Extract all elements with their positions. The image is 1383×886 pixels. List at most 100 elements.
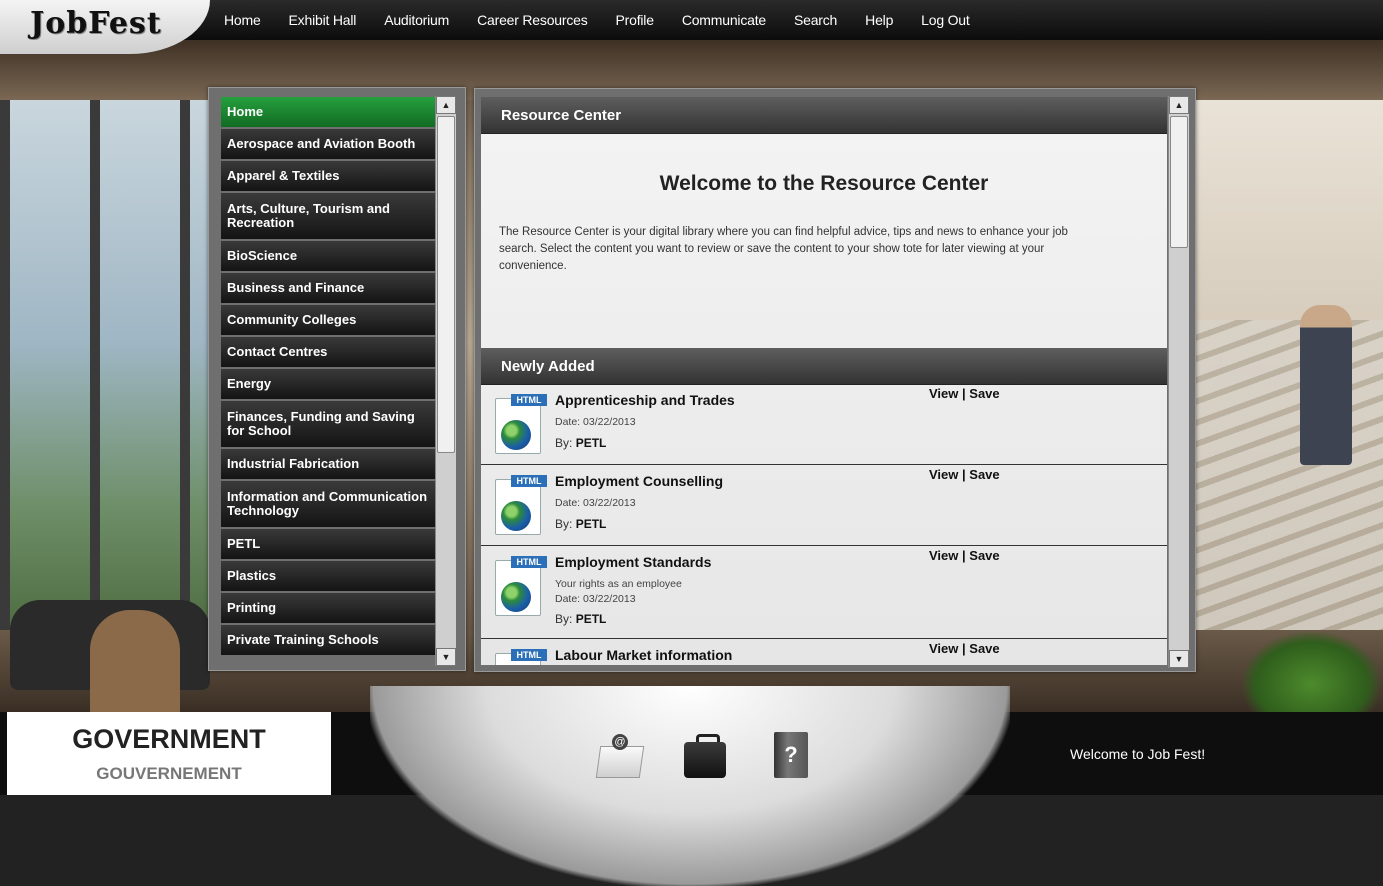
scroll-up-arrow[interactable]: ▲ — [436, 96, 456, 114]
panel-scrollbar[interactable]: ▲ ▼ — [1168, 96, 1189, 668]
sidebar-item-plastics[interactable]: Plastics — [221, 561, 441, 591]
nav-search[interactable]: Search — [794, 12, 837, 28]
bottom-bar: GOVERNMENT GOUVERNEMENT @ ? Welcome to J… — [0, 686, 1383, 886]
sidebar-scrollbar[interactable]: ▲ ▼ — [435, 96, 456, 666]
nav-menu: Home Exhibit Hall Auditorium Career Reso… — [210, 0, 984, 40]
newly-added-header: Newly Added — [481, 348, 1167, 385]
separator: | — [962, 641, 966, 656]
author-name: PETL — [575, 612, 607, 626]
sidebar-item-ict[interactable]: Information and Communication Technology — [221, 481, 441, 527]
government-label-en: GOVERNMENT — [72, 724, 266, 754]
sidebar-item-industrial[interactable]: Industrial Fabrication — [221, 449, 441, 479]
html-tag: HTML — [511, 649, 547, 661]
government-logo: GOVERNMENT GOUVERNEMENT — [7, 712, 331, 795]
save-link[interactable]: Save — [969, 386, 999, 401]
resource-title[interactable]: Employment Counselling — [555, 473, 723, 489]
sidebar-item-aerospace[interactable]: Aerospace and Aviation Booth — [221, 129, 441, 159]
left-windows — [0, 100, 220, 640]
view-link[interactable]: View — [929, 641, 958, 656]
separator: | — [962, 548, 966, 563]
nav-home[interactable]: Home — [224, 12, 261, 28]
resource-center-panel: Resource Center Welcome to the Resource … — [474, 88, 1196, 672]
walking-person — [1300, 305, 1352, 465]
help-book-icon[interactable]: ? — [770, 728, 816, 782]
dock-background — [370, 686, 1010, 886]
html-tag: HTML — [511, 556, 547, 568]
resource-author: By: PETL — [555, 517, 606, 531]
sidebar-item-home[interactable]: Home — [221, 97, 441, 127]
save-link[interactable]: Save — [969, 548, 999, 563]
sidebar-item-contact-centres[interactable]: Contact Centres — [221, 337, 441, 367]
resource-center-header: Resource Center — [481, 97, 1167, 134]
by-label: By: — [555, 517, 573, 531]
resource-title[interactable]: Employment Standards — [555, 554, 711, 570]
save-link[interactable]: Save — [969, 641, 999, 656]
scroll-down-arrow[interactable]: ▼ — [1169, 650, 1189, 668]
resource-author: By: PETL — [555, 612, 606, 626]
resource-title[interactable]: Apprenticeship and Trades — [555, 392, 735, 408]
resource-item: HTML Employment Counselling Date: 03/22/… — [481, 465, 1167, 546]
plant — [1240, 630, 1383, 712]
author-name: PETL — [575, 436, 607, 450]
intro-text: The Resource Center is your digital libr… — [499, 226, 1068, 272]
briefcase-icon[interactable] — [682, 728, 728, 782]
chair — [90, 610, 180, 712]
by-label: By: — [555, 436, 573, 450]
sidebar-item-community-colleges[interactable]: Community Colleges — [221, 305, 441, 335]
html-tag: HTML — [511, 475, 547, 487]
html-document-icon: HTML — [495, 475, 547, 535]
sidebar-item-finances[interactable]: Finances, Funding and Saving for School — [221, 401, 441, 447]
separator: | — [962, 467, 966, 482]
sidebar-item-energy[interactable]: Energy — [221, 369, 441, 399]
resource-actions: View | Save — [929, 467, 1000, 482]
html-tag: HTML — [511, 394, 547, 406]
top-navigation: JobFest Home Exhibit Hall Auditorium Car… — [0, 0, 1383, 56]
sidebar-scroll-thumb[interactable] — [437, 116, 455, 453]
resource-description: Your rights as an employee — [555, 578, 682, 590]
resource-item: HTML Apprenticeship and Trades Date: 03/… — [481, 384, 1167, 465]
nav-profile[interactable]: Profile — [616, 12, 654, 28]
government-label-fr: GOUVERNEMENT — [96, 764, 242, 783]
resource-date: Date: 03/22/2013 — [555, 497, 636, 509]
staircase — [1195, 320, 1383, 650]
nav-communicate[interactable]: Communicate — [682, 12, 766, 28]
welcome-title: Welcome to the Resource Center — [659, 172, 989, 195]
scroll-up-arrow[interactable]: ▲ — [1169, 96, 1189, 114]
resource-actions: View | Save — [929, 641, 1000, 656]
author-name: PETL — [575, 517, 607, 531]
sidebar-item-bioscience[interactable]: BioScience — [221, 241, 441, 271]
sidebar-item-arts[interactable]: Arts, Culture, Tourism and Recreation — [221, 193, 441, 239]
globe-icon — [501, 582, 531, 612]
view-link[interactable]: View — [929, 386, 958, 401]
globe-icon — [501, 501, 531, 531]
mail-icon[interactable]: @ — [595, 728, 645, 782]
resource-date: Date: 03/22/2013 — [555, 593, 636, 605]
save-link[interactable]: Save — [969, 467, 999, 482]
resource-actions: View | Save — [929, 548, 1000, 563]
resource-date: Date: 03/22/2013 — [555, 416, 636, 428]
nav-career-resources[interactable]: Career Resources — [477, 12, 588, 28]
globe-icon — [501, 420, 531, 450]
nav-help[interactable]: Help — [865, 12, 893, 28]
sidebar-item-printing[interactable]: Printing — [221, 593, 441, 623]
welcome-message: Welcome to Job Fest! — [1070, 746, 1206, 762]
sidebar-item-petl[interactable]: PETL — [221, 529, 441, 559]
view-link[interactable]: View — [929, 467, 958, 482]
sidebar-item-business[interactable]: Business and Finance — [221, 273, 441, 303]
resource-author: By: PETL — [555, 436, 606, 450]
panel-scroll-thumb[interactable] — [1170, 116, 1188, 248]
resource-actions: View | Save — [929, 386, 1000, 401]
help-glyph: ? — [774, 732, 808, 778]
sidebar-item-apparel[interactable]: Apparel & Textiles — [221, 161, 441, 191]
nav-log-out[interactable]: Log Out — [921, 12, 970, 28]
booth-list: Home Aerospace and Aviation Booth Appare… — [221, 97, 441, 667]
resource-item: HTML Employment Standards Your rights as… — [481, 546, 1167, 639]
jobfest-logo[interactable]: JobFest — [30, 6, 162, 41]
sidebar-item-private-training[interactable]: Private Training Schools — [221, 625, 441, 655]
html-document-icon: HTML — [495, 556, 547, 616]
nav-auditorium[interactable]: Auditorium — [384, 12, 449, 28]
nav-exhibit-hall[interactable]: Exhibit Hall — [289, 12, 357, 28]
resource-title[interactable]: Labour Market information — [555, 647, 732, 663]
view-link[interactable]: View — [929, 548, 958, 563]
scroll-down-arrow[interactable]: ▼ — [436, 648, 456, 666]
